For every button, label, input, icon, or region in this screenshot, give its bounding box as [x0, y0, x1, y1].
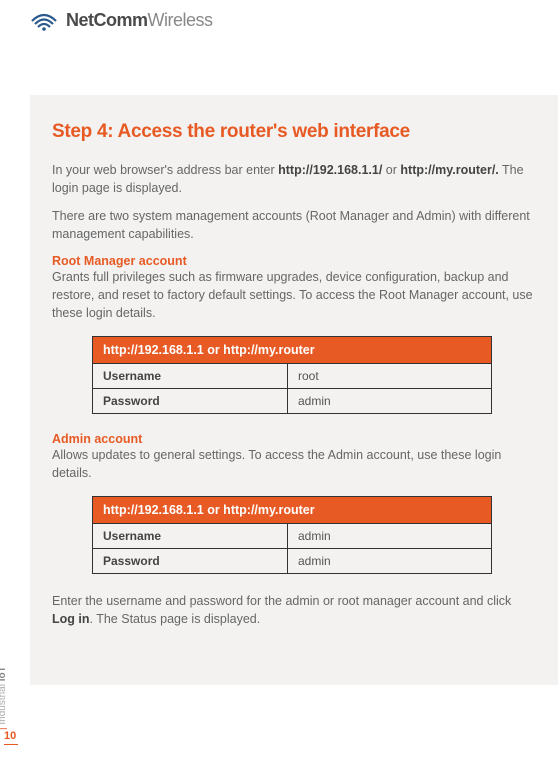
table-row: Password admin	[93, 388, 491, 413]
table-row: Username admin	[93, 523, 491, 548]
intro-mid: or	[382, 163, 400, 177]
accounts-intro: There are two system management accounts…	[52, 207, 536, 243]
side-label: | Industrial IoT	[0, 666, 8, 730]
root-heading: Root Manager account	[52, 254, 536, 268]
intro-text: In your web browser's address bar enter …	[52, 161, 536, 197]
password-label: Password	[93, 389, 288, 413]
admin-credentials-table: http://192.168.1.1 or http://my.router U…	[92, 496, 492, 574]
password-value: admin	[288, 549, 491, 573]
wifi-icon	[30, 11, 58, 31]
footer-pre: Enter the username and password for the …	[52, 594, 511, 608]
table-row: Password admin	[93, 548, 491, 573]
footer-bold: Log in	[52, 612, 90, 626]
content-panel: Step 4: Access the router's web interfac…	[30, 95, 558, 685]
brand-name-light: Wireless	[148, 10, 213, 30]
page-number: 10	[4, 730, 16, 742]
intro-url1: http://192.168.1.1/	[278, 163, 382, 177]
root-credentials-table: http://192.168.1.1 or http://my.router U…	[92, 336, 492, 414]
username-label: Username	[93, 364, 288, 388]
step-title: Step 4: Access the router's web interfac…	[52, 121, 536, 143]
root-table-head: http://192.168.1.1 or http://my.router	[93, 337, 491, 363]
brand-name: NetCommWireless	[66, 10, 213, 31]
password-label: Password	[93, 549, 288, 573]
admin-text: Allows updates to general settings. To a…	[52, 446, 536, 482]
page-number-underline	[4, 744, 18, 745]
admin-heading: Admin account	[52, 432, 536, 446]
root-text: Grants full privileges such as firmware …	[52, 268, 536, 322]
brand-logo-row: NetCommWireless	[0, 0, 558, 31]
username-value: root	[288, 364, 491, 388]
side-text1: Industrial	[0, 681, 8, 724]
brand-name-bold: NetComm	[66, 10, 148, 30]
intro-url2: http://my.router/.	[400, 163, 498, 177]
username-value: admin	[288, 524, 491, 548]
password-value: admin	[288, 389, 491, 413]
footer-text: Enter the username and password for the …	[52, 592, 536, 628]
intro-pre: In your web browser's address bar enter	[52, 163, 278, 177]
side-text2: IoT	[0, 666, 8, 681]
table-row: Username root	[93, 363, 491, 388]
admin-table-head: http://192.168.1.1 or http://my.router	[93, 497, 491, 523]
username-label: Username	[93, 524, 288, 548]
footer-post: . The Status page is displayed.	[90, 612, 261, 626]
